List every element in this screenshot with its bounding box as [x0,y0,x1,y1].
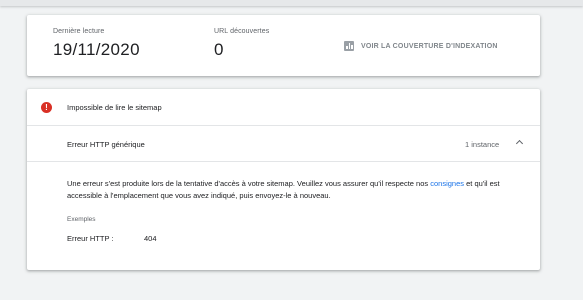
bar-chart-icon [344,41,354,51]
view-index-coverage-label: VOIR LA COUVERTURE D'INDEXATION [361,42,498,50]
sitemap-error-card: ! Impossible de lire le sitemap Erreur H… [27,89,540,270]
last-read-stat: Dernière lecture 19/11/2020 [53,28,140,60]
guidelines-link[interactable]: consignes [430,179,464,188]
example-row: Erreur HTTP : 404 [67,234,529,243]
error-icon: ! [41,102,52,113]
error-description-text: Une erreur s'est produite lors de la ten… [67,179,431,188]
example-key: Erreur HTTP : [67,234,114,243]
last-read-label: Dernière lecture [53,28,105,35]
error-description: Une erreur s'est produite lors de la ten… [67,178,529,202]
discovered-urls-stat: URL découvertes 0 [214,28,269,60]
examples-label: Exemples [67,216,96,223]
error-title: Impossible de lire le sitemap [67,103,162,112]
discovered-urls-label: URL découvertes [214,28,270,35]
top-bar [0,0,583,6]
instance-count: 1 instance [465,140,500,149]
view-index-coverage-button[interactable]: VOIR LA COUVERTURE D'INDEXATION [344,41,498,51]
error-detail-body: Une erreur s'est produite lors de la ten… [67,178,529,243]
error-header: ! Impossible de lire le sitemap [27,89,540,126]
chevron-up-icon[interactable] [515,139,524,148]
sitemap-stats-card: Dernière lecture 19/11/2020 URL découver… [27,15,540,76]
error-detail-title: Erreur HTTP générique [67,140,145,149]
example-value: 404 [144,234,157,243]
error-detail-toggle[interactable]: Erreur HTTP générique 1 instance [27,126,540,162]
discovered-urls-value: 0 [214,40,224,59]
last-read-value: 19/11/2020 [53,40,140,59]
